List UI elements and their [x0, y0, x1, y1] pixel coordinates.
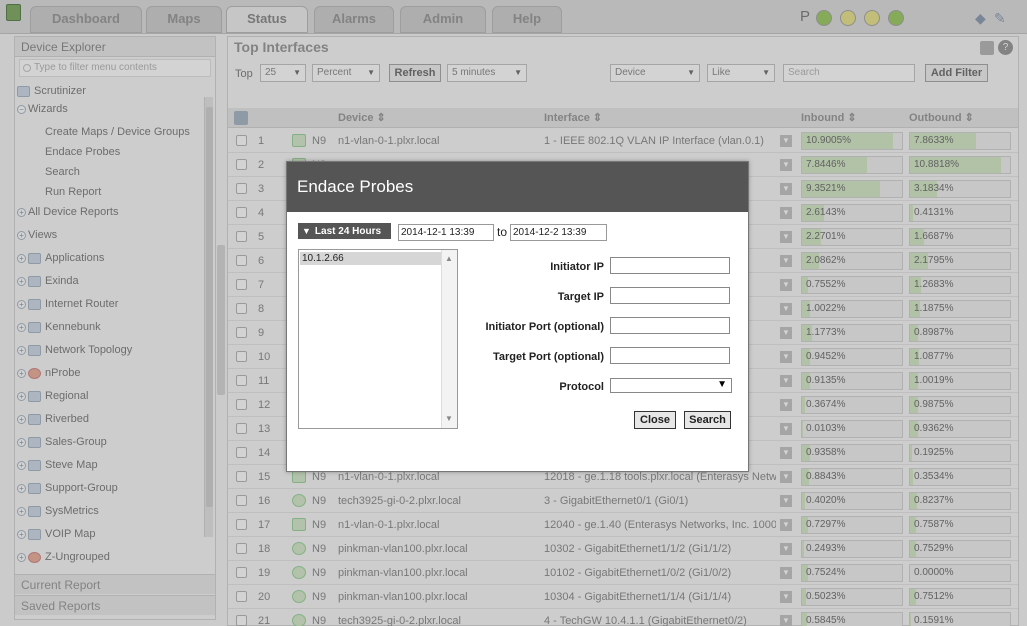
start-date-input[interactable]: 2014-12-1 13:39	[398, 224, 494, 241]
initiator-ip-input[interactable]	[610, 257, 730, 274]
initiator-port-label: Initiator Port (optional)	[485, 321, 604, 333]
scroll-up-icon[interactable]: ▲	[445, 254, 453, 263]
time-range-dropdown[interactable]: ▼ Last 24 Hours	[298, 223, 391, 239]
probe-ip-list[interactable]: 10.1.2.66 ▲ ▼	[298, 249, 458, 429]
target-port-label: Target Port (optional)	[492, 351, 604, 363]
list-scrollbar[interactable]: ▲ ▼	[441, 250, 457, 428]
list-item[interactable]: 10.1.2.66	[300, 252, 441, 265]
target-ip-label: Target IP	[557, 291, 604, 303]
dropdown-triangle-icon: ▼	[302, 226, 311, 236]
initiator-port-input[interactable]	[610, 317, 730, 334]
protocol-select[interactable]	[610, 378, 732, 393]
search-button[interactable]: Search	[684, 411, 731, 429]
scroll-down-icon[interactable]: ▼	[445, 414, 453, 423]
initiator-ip-label: Initiator IP	[550, 261, 604, 273]
target-ip-input[interactable]	[610, 287, 730, 304]
close-button[interactable]: Close	[634, 411, 676, 429]
target-port-input[interactable]	[610, 347, 730, 364]
protocol-label: Protocol	[559, 381, 604, 393]
end-date-input[interactable]: 2014-12-2 13:39	[510, 224, 607, 241]
dialog-title: Endace Probes	[287, 162, 748, 212]
to-label: to	[497, 225, 508, 239]
endace-probes-dialog: Endace Probes ▼ Last 24 Hours 2014-12-1 1…	[286, 161, 749, 472]
